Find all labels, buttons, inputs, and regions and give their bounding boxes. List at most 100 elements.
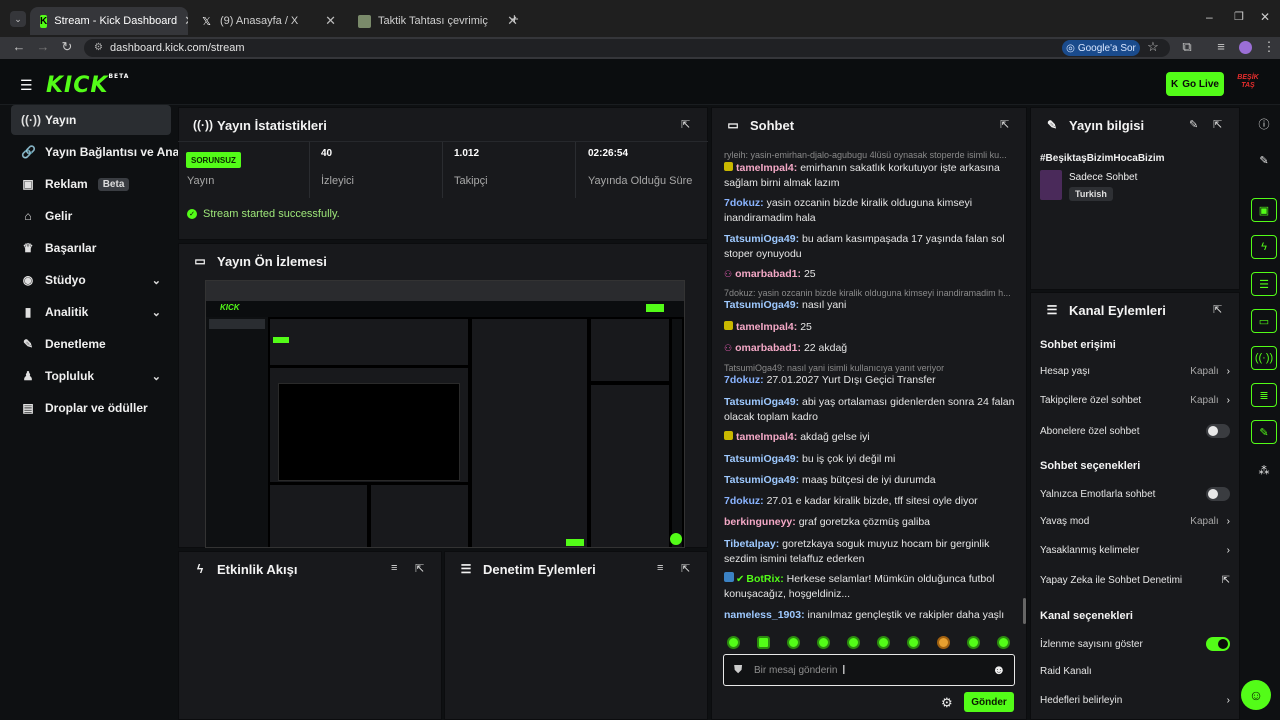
emote-icon[interactable] bbox=[787, 636, 800, 649]
emote-icon[interactable] bbox=[757, 636, 770, 649]
popout-icon[interactable]: ⇱ bbox=[1213, 118, 1222, 131]
set-goals-row[interactable]: Hedefleri belirleyin › bbox=[1040, 695, 1230, 706]
tab-taktik[interactable]: Taktik Tahtası çevrimiçi – Futbol ✕ bbox=[348, 7, 528, 35]
banned-words-row[interactable]: Yasaklanmış kelimeler › bbox=[1040, 545, 1230, 556]
chat-username[interactable]: tameImpal4 bbox=[736, 162, 794, 174]
send-button[interactable]: Gönder bbox=[964, 692, 1014, 712]
emote-icon[interactable] bbox=[937, 636, 950, 649]
url-field[interactable]: ⚙ dashboard.kick.com/stream bbox=[84, 39, 1170, 57]
kick-logo[interactable]: KICKBETA bbox=[46, 73, 129, 98]
sidebar-item-studyo[interactable]: ◉ Stüdyo ⌄ bbox=[11, 265, 171, 295]
hamburger-menu-icon[interactable]: ☰ bbox=[20, 77, 33, 94]
sidebar-item-denetleme[interactable]: ✎ Denetleme bbox=[11, 329, 171, 359]
emote-icon[interactable] bbox=[967, 636, 980, 649]
account-age-row[interactable]: Hesap yaşı Kapalı › bbox=[1040, 366, 1230, 377]
emote-icon[interactable] bbox=[727, 636, 740, 649]
sidebar-item-yayin[interactable]: ((·)) Yayın bbox=[11, 105, 171, 135]
broadcast-widget-icon[interactable]: ((·)) bbox=[1251, 346, 1277, 370]
chat-username[interactable]: Tibetalpay bbox=[724, 538, 776, 550]
chat-username[interactable]: tameImpal4 bbox=[736, 321, 794, 333]
ai-moderation-row[interactable]: Yapay Zeka ile Sohbet Denetimi ⇱ bbox=[1040, 575, 1230, 586]
profile-avatar[interactable] bbox=[1239, 41, 1252, 54]
wrench-widget-icon[interactable]: ✎ bbox=[1251, 420, 1277, 444]
popout-icon[interactable]: ⇱ bbox=[681, 562, 690, 575]
emote-icon[interactable] bbox=[877, 636, 890, 649]
sidebar-item-reklam[interactable]: ▣ Reklam Beta bbox=[11, 169, 171, 199]
chat-username[interactable]: omarbabad1 bbox=[735, 268, 797, 280]
sidebar-item-topluluk[interactable]: ♟ Topluluk ⌄ bbox=[11, 361, 171, 391]
broadcast-icon: ((·)) bbox=[193, 118, 213, 132]
back-icon[interactable]: ← bbox=[10, 39, 28, 54]
stats-widget-icon[interactable]: ▣ bbox=[1251, 198, 1277, 222]
chat-username[interactable]: TatsumiOga49 bbox=[724, 299, 796, 311]
channel-avatar[interactable]: BEŞİK TAŞ bbox=[1235, 74, 1261, 94]
followers-only-row[interactable]: Takipçilere özel sohbet Kapalı › bbox=[1040, 395, 1230, 406]
filter-icon[interactable]: ≡ bbox=[657, 562, 663, 574]
menu-dots-icon[interactable]: ⋮ bbox=[1260, 39, 1278, 55]
apps-icon[interactable]: ⁂ bbox=[1251, 458, 1277, 482]
subs-only-toggle[interactable] bbox=[1206, 424, 1230, 438]
chat-username[interactable]: tameImpal4 bbox=[736, 431, 794, 443]
tab-list-icon[interactable]: ⌄ bbox=[10, 11, 26, 27]
popout-icon[interactable]: ⇱ bbox=[1213, 303, 1222, 316]
bookmark-star-icon[interactable]: ☆ bbox=[1144, 39, 1162, 55]
popout-icon[interactable]: ⇱ bbox=[415, 562, 424, 575]
emotes-only-toggle[interactable] bbox=[1206, 487, 1230, 501]
media-icon[interactable]: ≡ bbox=[1212, 39, 1230, 54]
close-tab-icon[interactable]: ✕ bbox=[325, 13, 336, 29]
tab-x[interactable]: 𝕏 (9) Anasayfa / X ✕ bbox=[190, 7, 346, 35]
edit-icon[interactable]: ✎ bbox=[1251, 148, 1277, 172]
new-tab-icon[interactable]: + bbox=[510, 11, 519, 28]
chat-username[interactable]: 7dokuz bbox=[724, 495, 760, 507]
site-info-icon[interactable]: ⚙ bbox=[94, 42, 103, 53]
edit-icon[interactable]: ✎ bbox=[1189, 118, 1198, 131]
reload-icon[interactable]: ↻ bbox=[58, 39, 76, 55]
chat-widget-icon[interactable]: ▭ bbox=[1251, 309, 1277, 333]
popout-icon[interactable]: ⇱ bbox=[681, 118, 690, 131]
popout-icon[interactable]: ⇱ bbox=[1000, 118, 1009, 131]
tab-kick-dashboard[interactable]: K Stream - Kick Dashboard ✕ bbox=[30, 7, 188, 35]
google-ask-button[interactable]: ◎ Google'a Sor bbox=[1062, 40, 1140, 56]
slow-mode-row[interactable]: Yavaş mod Kapalı › bbox=[1040, 516, 1230, 527]
sidebar-item-stream-key[interactable]: 🔗 Yayın Bağlantısı ve Anahtar bbox=[11, 137, 179, 167]
maximize-icon[interactable]: ❐ bbox=[1234, 10, 1244, 23]
chat-username[interactable]: TatsumiOga49 bbox=[724, 233, 796, 245]
moderation-widget-icon[interactable]: ☰ bbox=[1251, 272, 1277, 296]
server-widget-icon[interactable]: ≣ bbox=[1251, 383, 1277, 407]
sidebar-item-gelir[interactable]: ⌂ Gelir bbox=[11, 201, 171, 231]
chat-username[interactable]: TatsumiOga49 bbox=[724, 396, 796, 408]
chat-username[interactable]: BotRix bbox=[746, 573, 780, 585]
activity-widget-icon[interactable]: ϟ bbox=[1251, 235, 1277, 259]
filter-icon[interactable]: ≡ bbox=[391, 562, 397, 574]
stream-preview-video[interactable]: KICK bbox=[205, 280, 685, 548]
row-value: Kapalı bbox=[1190, 395, 1219, 406]
chat-username[interactable]: berkinguneyy bbox=[724, 516, 792, 528]
emote-icon[interactable] bbox=[817, 636, 830, 649]
chat-username[interactable]: TatsumiOga49 bbox=[724, 453, 796, 465]
chat-input[interactable]: ⛊ Bir mesaj gönderin I ☻ bbox=[723, 654, 1015, 686]
close-window-icon[interactable]: ✕ bbox=[1260, 10, 1270, 24]
raid-channel-row[interactable]: Raid Kanalı bbox=[1040, 666, 1230, 677]
sidebar-item-analitik[interactable]: ▮ Analitik ⌄ bbox=[11, 297, 171, 327]
chat-scrollbar[interactable] bbox=[1023, 598, 1026, 624]
forward-icon[interactable]: → bbox=[34, 39, 52, 54]
extensions-icon[interactable]: ⧉ bbox=[1178, 39, 1196, 55]
show-viewcount-toggle[interactable] bbox=[1206, 637, 1230, 651]
chat-username[interactable]: omarbabad1 bbox=[735, 342, 797, 354]
sidebar-item-basarilar[interactable]: ♛ Başarılar bbox=[11, 233, 171, 263]
sidebar-item-droplar[interactable]: ▤ Droplar ve ödüller bbox=[11, 393, 171, 423]
chat-username[interactable]: nameless_1903 bbox=[724, 609, 801, 621]
minimize-icon[interactable]: – bbox=[1206, 10, 1213, 24]
chat-username[interactable]: 7dokuz bbox=[724, 374, 760, 386]
chat-settings-icon[interactable]: ⚙ bbox=[941, 695, 953, 711]
emote-icon[interactable] bbox=[997, 636, 1010, 649]
emoji-picker-icon[interactable]: ☻ bbox=[992, 662, 1006, 677]
chat-username[interactable]: TatsumiOga49 bbox=[724, 474, 796, 486]
help-button[interactable]: ☺ bbox=[1241, 680, 1271, 710]
close-tab-icon[interactable]: ✕ bbox=[184, 13, 188, 29]
emote-icon[interactable] bbox=[847, 636, 860, 649]
emote-icon[interactable] bbox=[907, 636, 920, 649]
chat-username[interactable]: 7dokuz bbox=[724, 197, 760, 209]
info-icon[interactable]: ⓘ bbox=[1251, 112, 1277, 136]
go-live-button[interactable]: K Go Live bbox=[1166, 72, 1224, 96]
